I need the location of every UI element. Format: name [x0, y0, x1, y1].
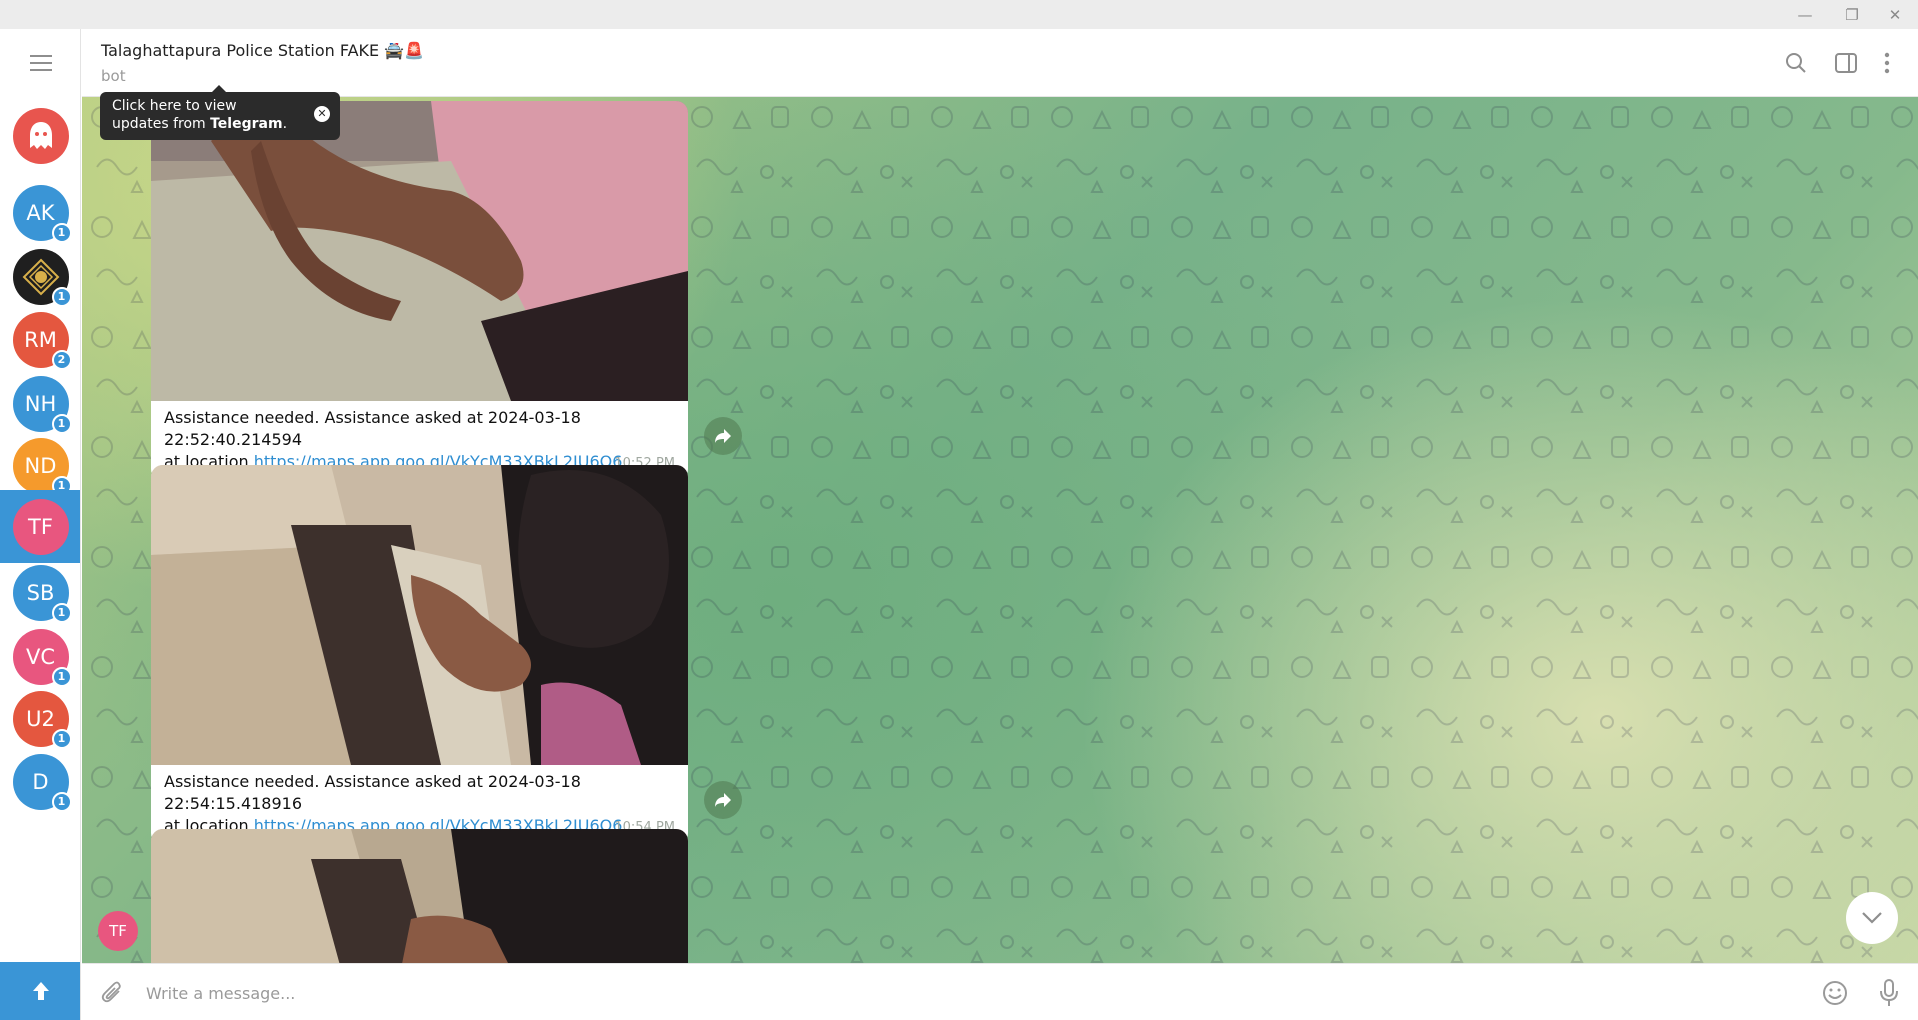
tooltip-line2-prefix: updates from: [112, 116, 211, 132]
sender-avatar[interactable]: TF: [98, 911, 138, 951]
ghost-icon: [29, 121, 52, 149]
message-text: Assistance needed. Assistance asked at 2…: [164, 408, 581, 449]
avatar: 1: [12, 248, 72, 307]
hamburger-icon: [29, 55, 52, 71]
message-composer: [82, 963, 1918, 1020]
sidebar-icon: [1835, 53, 1857, 73]
tooltip-line2-suffix: .: [282, 116, 288, 132]
emoji-button[interactable]: [1818, 976, 1852, 1010]
chat-status: bot: [101, 67, 126, 85]
avatar: U2 1: [12, 690, 72, 749]
message-list[interactable]: Assistance needed. Assistance asked at 2…: [82, 97, 1918, 963]
chat-title[interactable]: Talaghattapura Police Station FAKE 🚔🚨: [101, 41, 424, 60]
avatar: AK 1: [12, 184, 72, 243]
tooltip-line1: Click here to view: [112, 98, 237, 114]
chat-item-6-active[interactable]: TF: [0, 490, 80, 563]
avatar: ND 1: [12, 437, 72, 496]
more-vertical-icon: [1884, 52, 1890, 74]
tooltip-close-button[interactable]: ✕: [314, 106, 330, 122]
window-titlebar: — ❐ ✕: [0, 0, 1918, 29]
more-options-button[interactable]: [1870, 46, 1904, 80]
search-button[interactable]: [1779, 46, 1813, 80]
avatar: [12, 107, 69, 164]
voice-message-button[interactable]: [1872, 976, 1906, 1010]
close-window-button[interactable]: ✕: [1872, 0, 1918, 29]
attach-button[interactable]: [96, 977, 128, 1009]
restore-button[interactable]: ❐: [1829, 0, 1875, 29]
message-bubble[interactable]: [151, 829, 688, 963]
forward-button[interactable]: [704, 417, 742, 455]
scroll-to-top-button[interactable]: [0, 962, 80, 1020]
chat-list-rail: AK 1 1 RM 2 NH 1 ND 1 TF SB 1 VC 1 U2 1 …: [0, 29, 81, 1020]
unread-badge: 1: [51, 791, 72, 812]
message-text: Assistance needed. Assistance asked at 2…: [164, 772, 581, 813]
avatar: TF: [12, 498, 69, 555]
avatar: VC 1: [12, 628, 72, 687]
emoji-icon: [1823, 981, 1847, 1005]
chevron-down-icon: [1862, 912, 1882, 924]
chat-item-0[interactable]: [0, 97, 80, 174]
share-arrow-icon: [715, 429, 731, 443]
photo-image: [151, 465, 688, 765]
message-input[interactable]: [146, 978, 1746, 1008]
chat-header: Talaghattapura Police Station FAKE 🚔🚨 bo…: [82, 29, 1918, 97]
chat-item-10[interactable]: D1: [0, 743, 80, 820]
tooltip-line2-bold: Telegram: [210, 116, 283, 132]
sidebar-toggle-button[interactable]: [1829, 46, 1863, 80]
microphone-icon: [1880, 979, 1898, 1006]
message-bubble[interactable]: Assistance needed. Assistance asked at 2…: [151, 101, 688, 481]
updates-tooltip[interactable]: Click here to view updates from Telegram…: [100, 85, 340, 140]
paperclip-icon: [101, 981, 121, 1003]
search-icon: [1786, 53, 1806, 73]
main-menu-button[interactable]: [0, 29, 80, 97]
photo-image: [151, 829, 688, 963]
share-arrow-icon: [715, 793, 731, 807]
avatar: SB 1: [12, 564, 72, 623]
message-photo[interactable]: [151, 465, 688, 765]
avatar: NH 1: [12, 375, 72, 434]
scroll-down-button[interactable]: [1846, 892, 1898, 944]
arrow-up-icon: [32, 982, 49, 1000]
message-bubble[interactable]: Assistance needed. Assistance asked at 2…: [151, 465, 688, 845]
avatar: D1: [12, 753, 72, 812]
message-photo[interactable]: [151, 101, 688, 401]
avatar: RM 2: [12, 311, 72, 370]
forward-button[interactable]: [704, 781, 742, 819]
photo-image: [151, 101, 688, 401]
message-photo[interactable]: [151, 829, 688, 963]
minimize-button[interactable]: —: [1782, 0, 1828, 29]
